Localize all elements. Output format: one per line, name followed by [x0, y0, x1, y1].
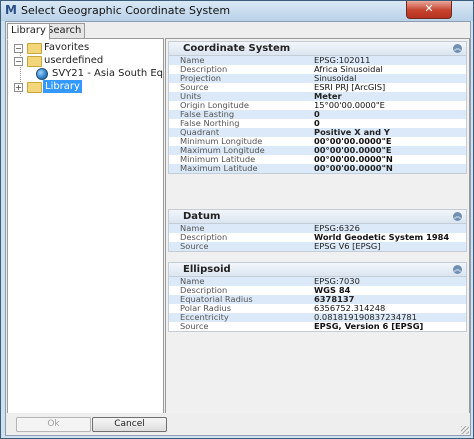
property-key: Source [180, 241, 209, 251]
collapse-chevron-icon[interactable]: ︽ [453, 212, 462, 221]
app-logo-icon: M [5, 3, 17, 17]
collapse-chevron-icon[interactable]: ︽ [453, 265, 462, 274]
folder-icon [27, 56, 42, 67]
datum-header[interactable]: Datum ︽ [169, 210, 466, 224]
datum-section: Datum ︽ Name EPSG:6326 Description World G… [168, 209, 467, 252]
property-value: EPSG, Version 6 [EPSG] [314, 321, 424, 331]
property-value: 00°00'00.0000"N [314, 163, 393, 173]
property-row: Source EPSG, Version 6 [EPSG] [169, 322, 466, 331]
property-key: Maximum Latitude [180, 163, 258, 173]
tree-label-svy21: SVY21 - Asia South Equidistant Conic [52, 68, 164, 79]
coordinate-system-section: Coordinate System ︽ Name EPSG:102011 Desc… [168, 41, 467, 174]
globe-icon [36, 68, 48, 80]
ellipsoid-section: Ellipsoid ︽ Name EPSG:7030 Description WGS… [168, 262, 467, 332]
properties-panel[interactable]: Coordinate System ︽ Name EPSG:102011 Desc… [165, 38, 470, 414]
property-value: 15°00'00.0000"E [314, 100, 385, 110]
section-title: Datum [183, 211, 221, 222]
dialog-window: M Select Geographic Coordinate System ✕ … [0, 0, 474, 439]
tree-label-userdefined: userdefined [44, 55, 104, 66]
close-button[interactable]: ✕ [406, 1, 452, 19]
collapse-chevron-icon[interactable]: ︽ [453, 44, 462, 53]
coordinate-system-header[interactable]: Coordinate System ︽ [169, 42, 466, 56]
ellipsoid-rows: Name EPSG:7030 Description WGS 84 Equatori… [169, 277, 466, 331]
property-row: Source EPSG V6 [EPSG] [169, 242, 466, 251]
property-row: Maximum Latitude 00°00'00.0000"N [169, 164, 466, 173]
folder-icon [27, 43, 42, 54]
tab-library[interactable]: Library [7, 23, 50, 40]
window-title: Select Geographic Coordinate System [21, 4, 231, 17]
button-bar: Ok Cancel [6, 413, 470, 435]
section-title: Coordinate System [183, 43, 291, 54]
property-key: Source [180, 321, 209, 331]
cancel-button[interactable]: Cancel [92, 417, 167, 432]
section-title: Ellipsoid [183, 264, 231, 275]
coordinate-system-rows: Name EPSG:102011 Description Africa Sinuso… [169, 56, 466, 173]
title-bar[interactable]: M Select Geographic Coordinate System ✕ [1, 1, 473, 21]
resize-grip-icon[interactable] [461, 426, 469, 434]
tree-label-favorites: Favorites [44, 42, 90, 53]
folder-icon [27, 82, 42, 93]
property-value: EPSG V6 [EPSG] [314, 241, 381, 251]
ellipsoid-header[interactable]: Ellipsoid ︽ [169, 263, 466, 277]
collapse-icon[interactable]: − [14, 57, 23, 66]
collapse-icon[interactable]: − [14, 44, 23, 53]
datum-rows: Name EPSG:6326 Description World Geodetic … [169, 224, 466, 251]
dialog-client-area: Library Search − Favorites − userdefined… [5, 21, 471, 436]
tree-label-library: Library [43, 80, 82, 93]
expand-icon[interactable]: + [14, 83, 23, 92]
ok-button[interactable]: Ok [16, 417, 91, 432]
library-tree[interactable]: − Favorites − userdefined SVY21 - Asia S… [7, 38, 164, 414]
